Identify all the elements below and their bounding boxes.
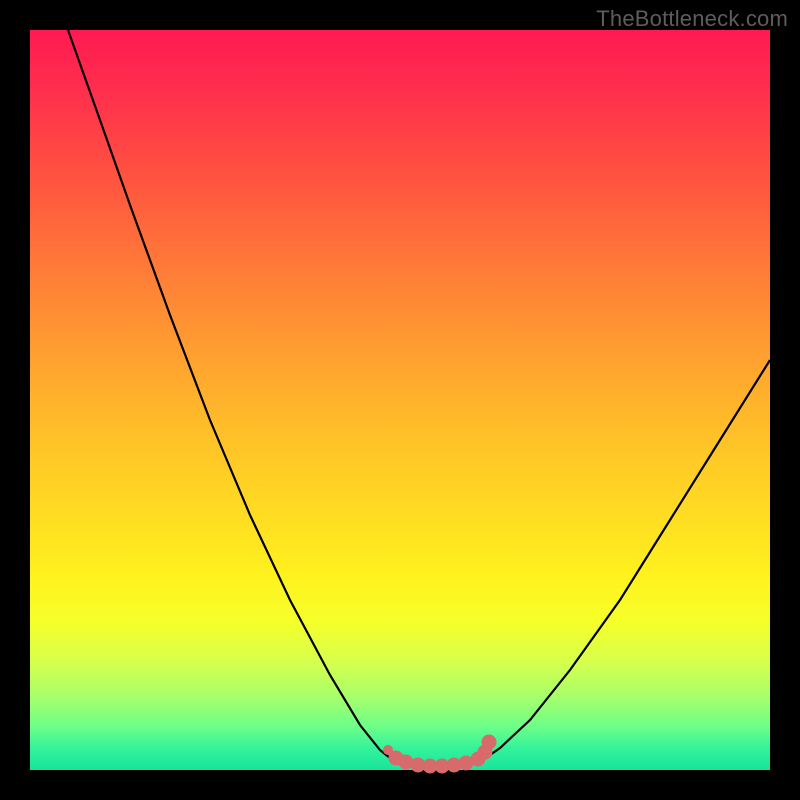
valley-markers xyxy=(383,735,497,774)
bottleneck-curve xyxy=(30,30,770,770)
plot-area xyxy=(30,30,770,770)
right-curve-path xyxy=(480,360,770,762)
left-curve-path xyxy=(68,30,395,762)
chart-frame: TheBottleneck.com xyxy=(0,0,800,800)
valley-marker xyxy=(482,735,497,750)
watermark-label: TheBottleneck.com xyxy=(596,6,788,32)
